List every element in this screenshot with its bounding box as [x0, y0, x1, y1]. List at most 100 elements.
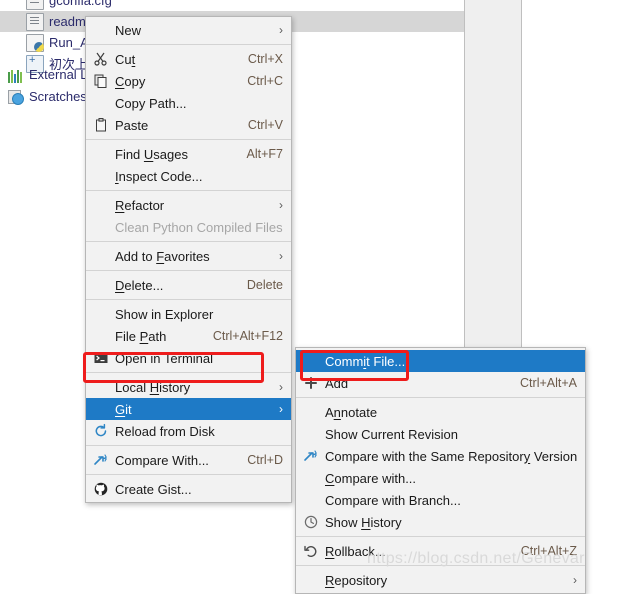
menu-item-compare-with[interactable]: Compare With... Ctrl+D — [86, 449, 291, 471]
menu-item-label: Refactor — [115, 197, 165, 213]
new-icon — [92, 22, 110, 38]
git-icon — [92, 401, 110, 417]
file-context-menu[interactable]: New › Cut Ctrl+X Copy Ctrl+C Copy Path..… — [85, 16, 292, 503]
chevron-right-icon: › — [279, 249, 283, 263]
menu-item-open-in-terminal[interactable]: Open in Terminal — [86, 347, 291, 369]
submenu-item-annotate[interactable]: Annotate — [296, 401, 585, 423]
menu-item-create-gist[interactable]: Create Gist... — [86, 478, 291, 500]
menu-item-label: Copy Path... — [115, 95, 187, 111]
menu-separator — [86, 44, 291, 45]
scratches-icon — [8, 89, 24, 105]
submenu-item-add[interactable]: Add Ctrl+Alt+A — [296, 372, 585, 394]
tree-item-label: External L — [29, 67, 88, 82]
menu-item-delete[interactable]: Delete... Delete — [86, 274, 291, 296]
submenu-item-label: Compare with... — [325, 470, 417, 486]
menu-item-inspect-code[interactable]: Inspect Code... — [86, 165, 291, 187]
menu-item-accel: Ctrl+C — [247, 74, 283, 88]
submenu-item-label: Show History — [325, 514, 402, 530]
chevron-right-icon: › — [279, 402, 283, 416]
menu-separator — [296, 397, 585, 398]
menu-item-label: Reload from Disk — [115, 423, 215, 439]
menu-item-accel: Ctrl+X — [247, 52, 283, 66]
menu-item-label: Delete... — [115, 277, 164, 293]
menu-item-label: Find Usages — [115, 146, 188, 162]
tree-item-gconfig[interactable]: gconfia.cfg — [0, 0, 490, 11]
tree-item-label: Run_A — [49, 35, 89, 50]
menu-item-git[interactable]: Git › — [86, 398, 291, 420]
watermark-text: https://blog.csdn.net/Genevar — [367, 550, 585, 567]
menu-item-show-in-explorer[interactable]: Show in Explorer — [86, 303, 291, 325]
favorites-icon — [92, 248, 110, 264]
menu-item-label: Create Gist... — [115, 481, 192, 497]
menu-item-label: Inspect Code... — [115, 168, 203, 184]
external-libraries-icon — [8, 67, 24, 83]
chevron-right-icon: › — [573, 573, 577, 587]
menu-separator — [86, 190, 291, 191]
clock-icon — [302, 514, 320, 530]
compare-branch-icon — [302, 492, 320, 508]
menu-item-label: Clean Python Compiled Files — [115, 219, 283, 235]
submenu-item-show-history[interactable]: Show History — [296, 511, 585, 533]
file-icon — [26, 0, 44, 10]
menu-item-local-history[interactable]: Local History › — [86, 376, 291, 398]
submenu-item-compare-with-branch[interactable]: Compare with Branch... — [296, 489, 585, 511]
menu-separator — [86, 372, 291, 373]
menu-item-paste[interactable]: Paste Ctrl+V — [86, 114, 291, 136]
local-history-icon — [92, 379, 110, 395]
clean-icon — [92, 219, 110, 235]
revision-icon — [302, 426, 320, 442]
submenu-item-label: Compare with Branch... — [325, 492, 461, 508]
submenu-item-repository[interactable]: Repository › — [296, 569, 585, 591]
menu-item-cut[interactable]: Cut Ctrl+X — [86, 48, 291, 70]
menu-item-label: File Path — [115, 328, 167, 344]
tree-item-label: gconfia.cfg — [49, 0, 112, 8]
scissors-icon — [92, 51, 110, 67]
menu-item-copy[interactable]: Copy Ctrl+C — [86, 70, 291, 92]
explorer-icon — [92, 306, 110, 322]
submenu-item-label: Repository — [325, 572, 388, 588]
menu-separator — [86, 445, 291, 446]
file-icon — [26, 12, 44, 31]
submenu-item-label: Compare with the Same Repository Version — [325, 448, 578, 464]
copy-path-icon — [92, 95, 110, 111]
submenu-item-compare-with[interactable]: Compare with... — [296, 467, 585, 489]
menu-separator — [86, 241, 291, 242]
rollback-icon — [302, 543, 320, 559]
menu-item-file-path[interactable]: File Path Ctrl+Alt+F12 — [86, 325, 291, 347]
commit-icon — [302, 353, 320, 369]
compare-with-icon — [302, 470, 320, 486]
menu-item-find-usages[interactable]: Find Usages Alt+F7 — [86, 143, 291, 165]
menu-item-label: Show in Explorer — [115, 306, 214, 322]
file-path-icon — [92, 328, 110, 344]
plus-icon — [302, 375, 320, 391]
submenu-item-label: Show Current Revision — [325, 426, 458, 442]
clipboard-icon — [92, 117, 110, 133]
compare-icon — [302, 448, 320, 464]
submenu-item-label: Annotate — [325, 404, 378, 420]
menu-item-label: Open in Terminal — [115, 350, 214, 366]
menu-item-reload-from-disk[interactable]: Reload from Disk — [86, 420, 291, 442]
menu-item-label: Paste — [115, 117, 149, 133]
menu-separator — [86, 474, 291, 475]
menu-item-label: Compare With... — [115, 452, 209, 468]
github-icon — [92, 481, 110, 497]
menu-item-refactor[interactable]: Refactor › — [86, 194, 291, 216]
menu-item-accel: Alt+F7 — [246, 147, 283, 161]
terminal-icon — [92, 350, 110, 366]
submenu-item-commit-file[interactable]: Commit File... — [296, 350, 585, 372]
menu-separator — [86, 270, 291, 271]
repository-icon — [302, 572, 320, 588]
tree-item-label: Scratches — [29, 89, 87, 104]
submenu-item-compare-same-repository-version[interactable]: Compare with the Same Repository Version — [296, 445, 585, 467]
menu-item-label: Local History — [115, 379, 191, 395]
menu-item-copy-path[interactable]: Copy Path... — [86, 92, 291, 114]
menu-separator — [86, 139, 291, 140]
submenu-item-show-current-revision[interactable]: Show Current Revision — [296, 423, 585, 445]
menu-item-add-to-favorites[interactable]: Add to Favorites › — [86, 245, 291, 267]
annotate-icon — [302, 404, 320, 420]
menu-item-accel: Ctrl+Alt+F12 — [212, 329, 283, 343]
submenu-item-label: Commit File... — [325, 353, 406, 369]
reload-icon — [92, 423, 110, 439]
copy-icon — [92, 73, 110, 89]
menu-item-new[interactable]: New › — [86, 19, 291, 41]
